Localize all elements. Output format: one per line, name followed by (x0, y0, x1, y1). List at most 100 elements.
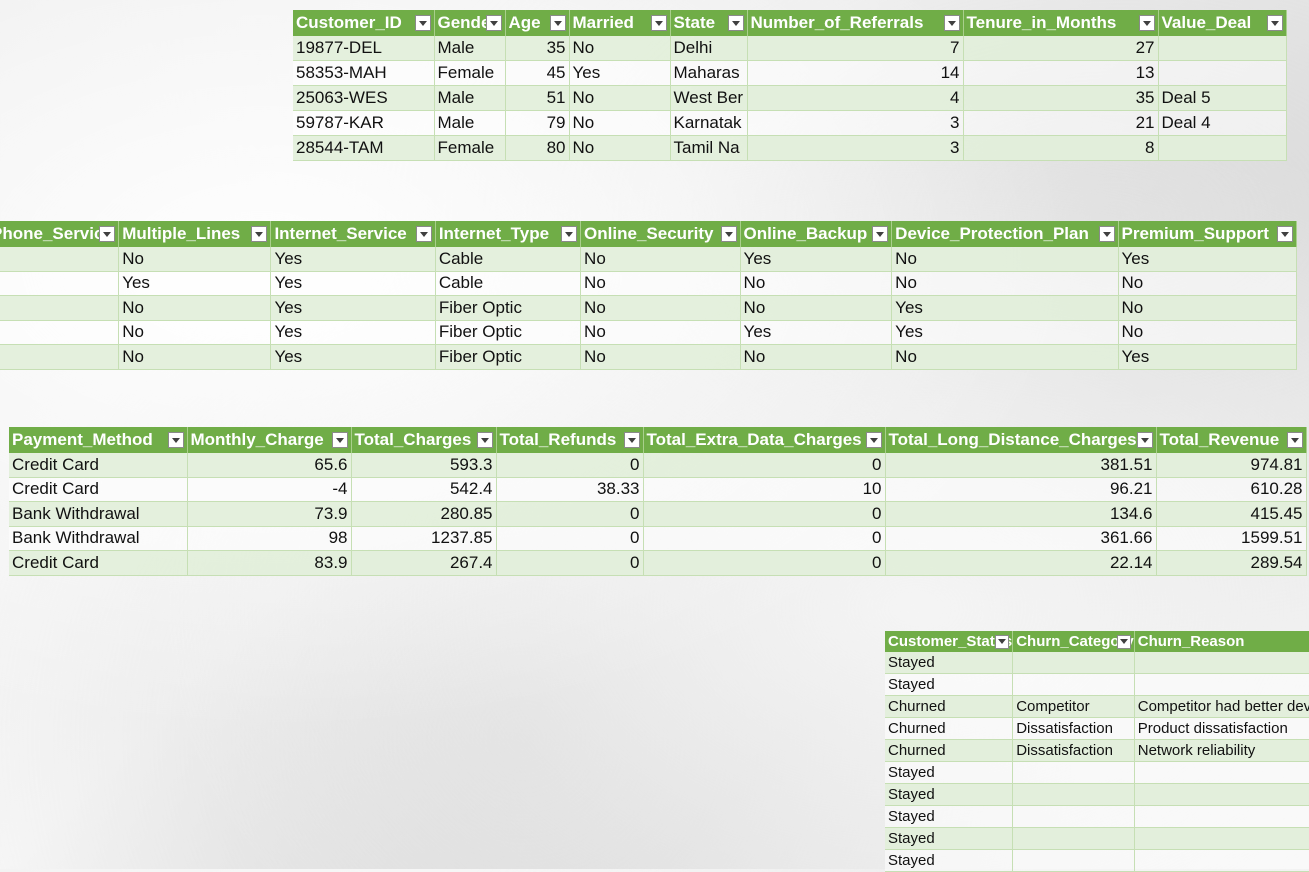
table-cell[interactable]: Network reliability (1134, 739, 1309, 762)
table-cell[interactable] (1012, 849, 1135, 872)
table-cell[interactable]: 38.33 (496, 477, 644, 502)
table-cell[interactable]: No (891, 344, 1119, 370)
table-cell[interactable]: 1237.85 (351, 526, 497, 551)
table-cell[interactable]: Credit Card (9, 453, 188, 478)
filter-dropdown-icon[interactable] (476, 432, 493, 448)
table-cell[interactable]: 7 (747, 36, 964, 61)
table-cell[interactable] (1012, 761, 1135, 784)
table-cell[interactable] (0, 271, 120, 296)
table-cell[interactable]: Churned (885, 739, 1014, 762)
column-header-online-backup[interactable]: Online_Backup (740, 221, 893, 247)
table-cell[interactable]: 593.3 (351, 453, 497, 478)
table-cell[interactable]: No (580, 320, 741, 345)
table-cell[interactable]: Bank Withdrawal (9, 501, 188, 527)
table-cell[interactable]: Competitor had better devices (1134, 695, 1309, 718)
table-cell[interactable]: -4 (187, 477, 352, 502)
filter-dropdown-icon[interactable] (623, 432, 640, 448)
table-cell[interactable]: Yes (270, 344, 436, 370)
filter-dropdown-icon[interactable] (943, 15, 960, 31)
table-cell[interactable]: 0 (496, 550, 644, 576)
column-header-customer-id[interactable]: Customer_ID (293, 10, 435, 36)
table-cell[interactable]: Delhi (670, 36, 748, 61)
table-cell[interactable] (1158, 60, 1287, 86)
table-cell[interactable]: Tamil Na (670, 135, 748, 161)
table-cell[interactable]: No (891, 271, 1119, 296)
filter-dropdown-icon[interactable] (872, 226, 889, 242)
filter-dropdown-icon[interactable] (485, 15, 502, 31)
table-cell[interactable]: 0 (496, 453, 644, 478)
table-cell[interactable]: 289.54 (1156, 550, 1307, 576)
column-header-number-of-referrals[interactable]: Number_of_Referrals (747, 10, 964, 36)
table-cell[interactable]: No (740, 271, 893, 296)
table-cell[interactable]: No (569, 85, 671, 111)
filter-dropdown-icon[interactable] (167, 432, 184, 448)
table-cell[interactable]: Stayed (885, 805, 1014, 828)
column-header-age[interactable]: Age (505, 10, 570, 36)
table-cell[interactable] (1012, 652, 1135, 674)
table-cell[interactable]: Female (434, 60, 506, 86)
table-cell[interactable]: 280.85 (351, 501, 497, 527)
filter-dropdown-icon[interactable] (995, 634, 1010, 649)
table-cell[interactable] (1012, 805, 1135, 828)
table-cell[interactable] (1158, 135, 1287, 161)
table-cell[interactable]: Yes (740, 320, 893, 345)
table-cell[interactable]: 361.66 (885, 526, 1157, 551)
table-cell[interactable]: No (580, 344, 741, 370)
table-cell[interactable]: 21 (963, 110, 1159, 136)
table-cell[interactable]: Fiber Optic (435, 344, 582, 370)
table-cell[interactable]: Deal 5 (1158, 85, 1287, 111)
table-cell[interactable]: No (118, 295, 272, 321)
table-cell[interactable]: No (118, 320, 272, 345)
column-header-customer-status[interactable]: Customer_Status (885, 631, 1014, 652)
table-cell[interactable]: Yes (118, 271, 272, 296)
filter-dropdown-icon[interactable] (561, 226, 578, 242)
table-cell[interactable]: 80 (505, 135, 570, 161)
table-cell[interactable]: Male (434, 110, 506, 136)
filter-dropdown-icon[interactable] (99, 226, 116, 242)
column-header-gender[interactable]: Gender (434, 10, 506, 36)
table-cell[interactable]: 35 (963, 85, 1159, 111)
table-cell[interactable]: Bank Withdrawal (9, 526, 188, 551)
column-header-multiple-lines[interactable]: Multiple_Lines (118, 221, 272, 247)
table-cell[interactable]: No (569, 110, 671, 136)
table-cell[interactable]: 51 (505, 85, 570, 111)
table-cell[interactable]: 14 (747, 60, 964, 86)
table-cell[interactable]: 13 (963, 60, 1159, 86)
table-cell[interactable]: Stayed (885, 849, 1014, 872)
table-cell[interactable]: No (580, 271, 741, 296)
table-cell[interactable]: 0 (643, 453, 886, 478)
table-cell[interactable]: 96.21 (885, 477, 1157, 502)
table-cell[interactable]: Credit Card (9, 550, 188, 576)
column-header-device-protection-plan[interactable]: Device_Protection_Plan (891, 221, 1119, 247)
filter-dropdown-icon[interactable] (414, 15, 431, 31)
filter-dropdown-icon[interactable] (1098, 226, 1115, 242)
filter-dropdown-icon[interactable] (1116, 634, 1131, 649)
column-header-total-revenue[interactable]: Total_Revenue (1156, 427, 1307, 453)
column-header-churn-category[interactable]: Churn_Category (1012, 631, 1135, 652)
table-cell[interactable]: 65.6 (187, 453, 352, 478)
table-cell[interactable]: 58353-MAH (293, 60, 435, 86)
filter-dropdown-icon[interactable] (415, 226, 432, 242)
table-cell[interactable]: Yes (569, 60, 671, 86)
table-cell[interactable]: 0 (643, 501, 886, 527)
column-header-married[interactable]: Married (569, 10, 671, 36)
column-header-total-refunds[interactable]: Total_Refunds (496, 427, 644, 453)
filter-dropdown-icon[interactable] (331, 432, 348, 448)
table-cell[interactable]: No (118, 247, 272, 272)
filter-dropdown-icon[interactable] (1286, 432, 1303, 448)
table-cell[interactable]: Stayed (885, 761, 1014, 784)
filter-dropdown-icon[interactable] (865, 432, 882, 448)
table-cell[interactable]: Karnatak (670, 110, 748, 136)
table-cell[interactable]: No (740, 344, 893, 370)
table-cell[interactable]: No (569, 135, 671, 161)
table-cell[interactable]: Yes (740, 247, 893, 272)
column-header-value-deal[interactable]: Value_Deal (1158, 10, 1287, 36)
table-cell[interactable]: Cable (435, 247, 582, 272)
filter-dropdown-icon[interactable] (1266, 15, 1283, 31)
table-cell[interactable]: No (569, 36, 671, 61)
table-cell[interactable]: Stayed (885, 652, 1014, 674)
table-cell[interactable] (0, 247, 120, 272)
table-cell[interactable]: No (580, 295, 741, 321)
table-cell[interactable]: Yes (1118, 247, 1298, 272)
column-header-total-extra-data-charges[interactable]: Total_Extra_Data_Charges (643, 427, 886, 453)
